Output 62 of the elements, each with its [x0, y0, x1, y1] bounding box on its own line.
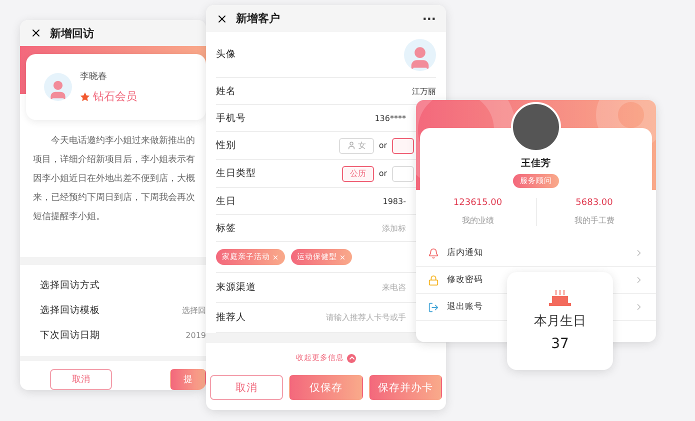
- row-label: 选择回访方式: [40, 279, 100, 292]
- logout-icon: [428, 302, 439, 312]
- window-title: 新增客户: [236, 11, 281, 26]
- note-text: 因李小姐近日在外地出差不便到店，大概: [33, 172, 196, 186]
- input-field[interactable]: 来电咨: [378, 283, 406, 292]
- menu-item[interactable]: 退出账号: [447, 301, 483, 313]
- menu-item[interactable]: 店内通知: [447, 247, 483, 259]
- bell-icon: [428, 248, 439, 258]
- row-label: 下次回访日期: [40, 329, 100, 342]
- window-title: 新增回访: [50, 26, 95, 40]
- cancel-button[interactable]: 取消: [50, 369, 112, 390]
- row-value[interactable]: 2019: [186, 331, 206, 340]
- field-label: 性别: [216, 139, 236, 152]
- field-label: 推荐人: [216, 311, 246, 324]
- cancel-button[interactable]: 取消: [210, 375, 284, 400]
- remove-icon[interactable]: [272, 254, 279, 260]
- member-name: 李晓春: [80, 70, 108, 83]
- row-label: 选择回访模板: [40, 304, 100, 317]
- user-name: 王佳芳: [521, 157, 551, 170]
- avatar-icon: [44, 73, 72, 101]
- field-label: 头像: [216, 48, 236, 61]
- input-field[interactable]: 请输入推荐人卡号或手: [322, 313, 406, 322]
- note-text: 短信提醒李小姐。: [33, 210, 106, 224]
- or-text: or: [378, 141, 387, 150]
- close-icon[interactable]: [30, 27, 42, 39]
- option-chip[interactable]: [392, 138, 414, 154]
- option-chip[interactable]: 公历: [342, 166, 374, 182]
- field-label: 生日: [216, 194, 236, 208]
- save-button[interactable]: 仅保存: [289, 375, 363, 400]
- row-value[interactable]: 选择回: [182, 305, 206, 316]
- note-text: 今天电话邀约李小姐过来做新推出的: [50, 134, 196, 148]
- field-value[interactable]: 136****: [374, 114, 406, 122]
- birthday-count: 37: [551, 336, 569, 352]
- field-label: 手机号: [216, 112, 246, 124]
- or-text: or: [378, 169, 387, 178]
- field-label: 姓名: [216, 84, 236, 98]
- note-text: 来，已经预约下周日到店，下周我会再次: [33, 192, 196, 205]
- note-text: 项目，详细介绍新项目后，李小姐表示有: [33, 154, 196, 167]
- avatar-icon[interactable]: [404, 38, 436, 70]
- stat-label: 我的业绩: [462, 215, 494, 226]
- cake-icon: [548, 290, 572, 306]
- field-label: 来源渠道: [216, 281, 256, 294]
- close-icon[interactable]: [216, 12, 228, 24]
- birthday-title: 本月生日: [534, 313, 586, 330]
- field-label: 生日类型: [216, 167, 256, 180]
- option-chip[interactable]: 女: [338, 138, 374, 154]
- remove-icon[interactable]: [339, 254, 346, 260]
- stat-value: 5683.00: [576, 198, 613, 208]
- chevron-up-icon: [347, 354, 356, 362]
- field-value[interactable]: 1983-: [382, 196, 406, 206]
- input-field[interactable]: 添加标: [378, 224, 406, 232]
- menu-item[interactable]: 修改密码: [447, 274, 483, 286]
- submit-button[interactable]: 提: [170, 369, 206, 390]
- save-button[interactable]: 保存并办卡: [368, 375, 442, 400]
- member-level-text: 钻石会员: [93, 89, 137, 104]
- field-value[interactable]: 江万丽: [412, 86, 436, 96]
- lock-icon: [428, 274, 439, 286]
- stat-value: 123615.00: [453, 198, 502, 208]
- more-menu[interactable]: ···: [422, 12, 436, 26]
- star-icon: [80, 92, 90, 102]
- stat-label: 我的手工费: [574, 215, 614, 226]
- field-label: 标签: [216, 222, 236, 234]
